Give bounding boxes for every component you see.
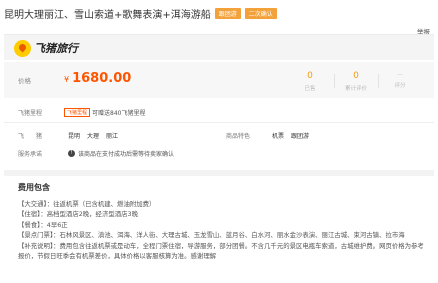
tag-item: 机票 (272, 133, 285, 140)
fee-section-title: 费用包含 (18, 183, 50, 192)
fliggy-logo-icon (14, 39, 31, 57)
points-tag: 飞猪里程 (64, 108, 91, 117)
product-tags-label: 商品特色 (226, 133, 251, 140)
points-label: 飞猪里程 (18, 110, 43, 117)
currency-symbol: ¥ (64, 75, 70, 84)
stat-divider (334, 74, 335, 88)
stat-rating: — 评分 (380, 71, 420, 89)
fee-line: 【大交通】：往返机票（已含机建、燃油附加费） (18, 200, 156, 208)
city-item[interactable]: 丽江 (106, 131, 118, 140)
stat-sold-value: 0 (307, 71, 313, 81)
brand-bar: 飞猪旅行 (4, 34, 434, 60)
brand-logo[interactable]: 飞猪旅行 (14, 39, 78, 57)
service-label: 服务承诺 (18, 151, 43, 158)
product-title: 昆明大理丽江、雪山索道+歌舞表演+洱海游船 (4, 9, 211, 21)
service-text: 该商品在支付成功后需等待卖家确认 (78, 151, 175, 158)
departure-label: 飞 猪 (18, 133, 43, 140)
stat-reviews-label: 累计评价 (344, 86, 367, 92)
divider (4, 122, 434, 123)
city-item[interactable]: 昆明 (68, 131, 80, 140)
city-item[interactable]: 大理 (87, 131, 99, 140)
fee-line: 【住宿】：高档型酒店2晚，经济型酒店3晚 (18, 210, 138, 219)
product-tags: 机票 跟团游 (272, 131, 309, 140)
stat-reviews[interactable]: 0 累计评价 (336, 71, 376, 92)
info-circle-icon: ! (68, 150, 75, 157)
product-title-row: 昆明大理丽江、雪山索道+歌舞表演+洱海游船 跟团游 二次确认 (4, 6, 434, 21)
fee-line: 【餐食】：4早6正 (18, 220, 68, 229)
stat-divider (378, 74, 379, 88)
price-label: 价格 (18, 77, 31, 85)
tag-item: 跟团游 (291, 133, 310, 140)
fee-line: 【景点门票】：石林风景区、滇池、洱海、洋人街、大理古城、玉龙雪山、蓝月谷、白水河… (18, 231, 405, 240)
service-promise: ! 该商品在支付成功后需等待卖家确认 (68, 149, 174, 158)
price-amount: 1680.00 (72, 71, 132, 86)
stat-rating-value: — (397, 71, 403, 78)
fee-line: 【补充说明】：费用包含往返机票或是动车，全程门票住宿，导游服务，部分团餐。不含几… (18, 241, 424, 261)
badge-confirm: 二次确认 (244, 7, 277, 19)
city-list: 昆明 大理 丽江 (68, 131, 118, 140)
price-value: ¥1680.00 (64, 71, 131, 86)
brand-name: 飞猪旅行 (34, 42, 78, 55)
stat-reviews-value: 0 (353, 71, 359, 81)
stat-rating-label: 评分 (394, 83, 406, 89)
section-divider (4, 170, 434, 176)
stat-sold: 0 已售 (290, 71, 330, 92)
points-text: 可赠送840飞猪里程 (92, 110, 146, 117)
badge-group-tour: 跟团游 (214, 7, 241, 19)
price-panel: 价格 ¥1680.00 0 已售 0 累计评价 — 评分 (4, 62, 434, 98)
fee-content: 【大交通】：往返机票（已含机建、燃油附加费） 【住宿】：高档型酒店2晚，经济型酒… (18, 199, 428, 261)
stat-sold-label: 已售 (304, 86, 316, 92)
